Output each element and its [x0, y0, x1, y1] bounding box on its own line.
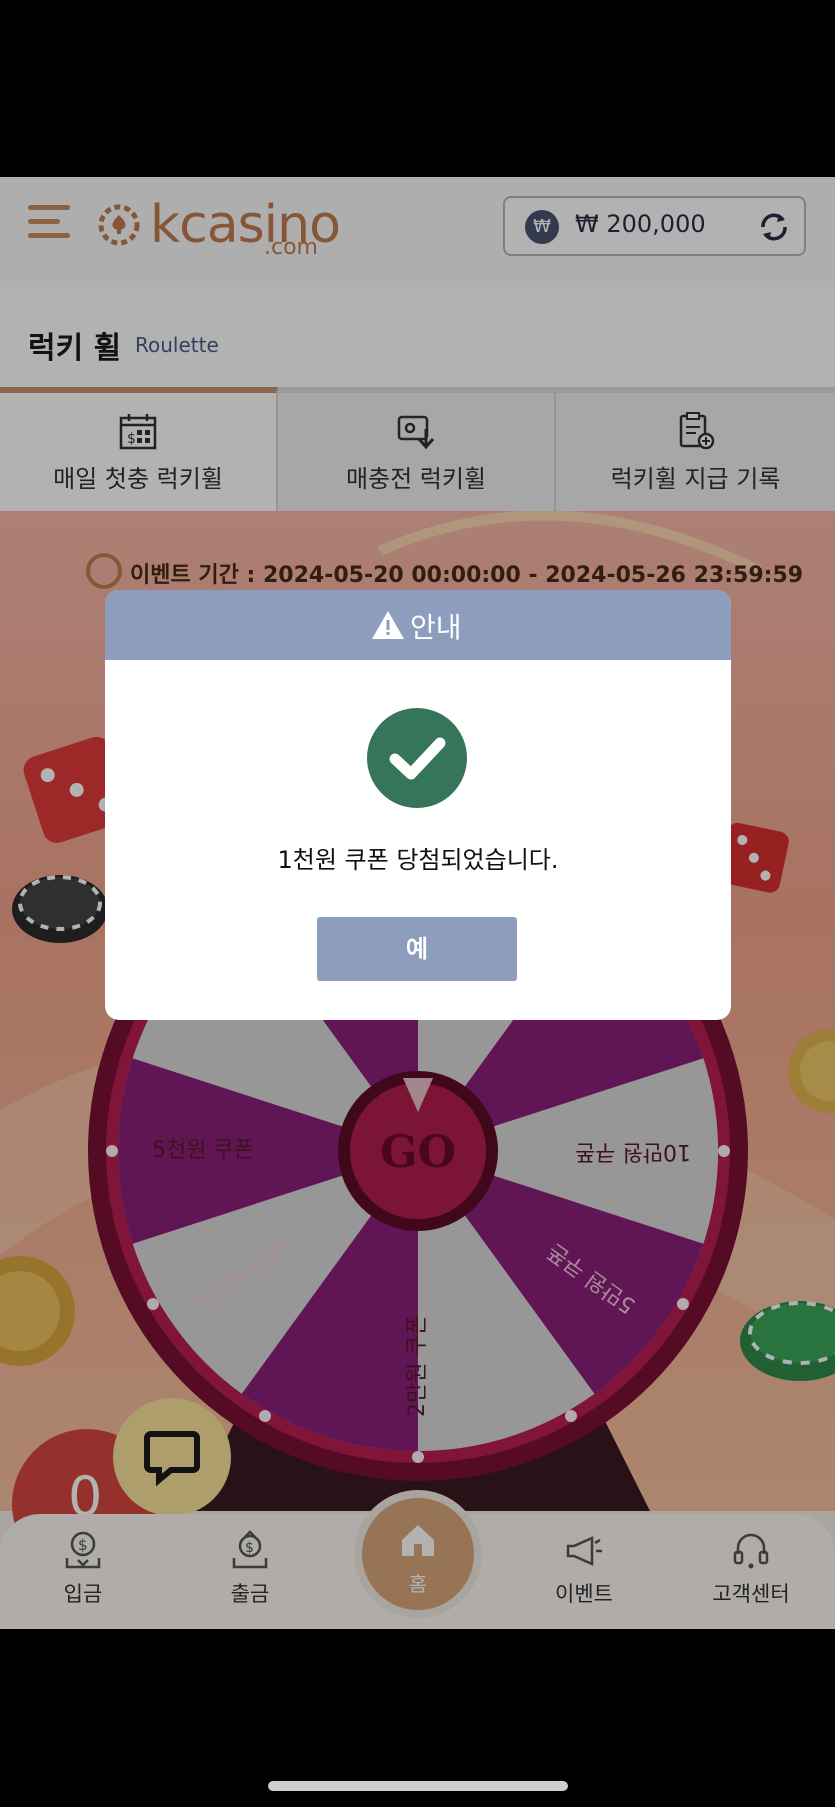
warning-icon [372, 611, 404, 639]
notice-modal: 안내 1천원 쿠폰 당첨되었습니다. 예 [105, 590, 731, 1020]
home-indicator [268, 1781, 568, 1791]
modal-header: 안내 [105, 590, 731, 660]
modal-title: 안내 [410, 611, 462, 644]
modal-message: 1천원 쿠폰 당첨되었습니다. [277, 846, 559, 874]
confirm-button[interactable]: 예 [317, 917, 517, 981]
success-check-icon [367, 708, 467, 808]
app-screen: kcasino .com ₩ ₩ 200,000 럭키 휠 Roulette $… [0, 177, 835, 1629]
